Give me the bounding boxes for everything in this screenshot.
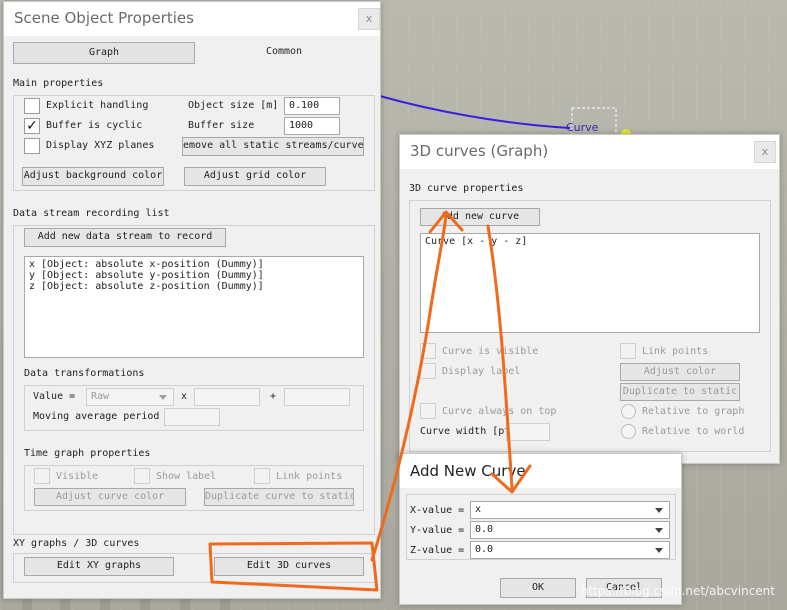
display-xyz-checkbox[interactable] <box>24 138 40 154</box>
offset-input[interactable] <box>284 388 350 406</box>
curve-width-label: Curve width [pt <box>420 426 511 437</box>
chevron-down-icon <box>655 528 663 533</box>
close-icon[interactable]: x <box>754 141 776 163</box>
list-item[interactable]: Curve [x - y - z] <box>425 236 755 247</box>
adjust-color-button[interactable]: Adjust color <box>620 363 740 381</box>
adjust-background-color-button[interactable]: Adjust background color <box>22 167 164 186</box>
list-item[interactable]: y [Object: absolute y-position (Dummy)] <box>29 270 359 281</box>
list-item[interactable]: x [Object: absolute x-position (Dummy)] <box>29 259 359 270</box>
relative-to-world-label: Relative to world <box>642 426 745 437</box>
tab-common[interactable]: Common <box>200 42 368 64</box>
remove-static-streams-button[interactable]: emove all static streams/curve <box>182 137 364 156</box>
check-icon: ✓ <box>26 118 38 134</box>
always-on-top-checkbox[interactable] <box>420 403 436 419</box>
link-points-checkbox[interactable] <box>620 343 636 359</box>
data-stream-list[interactable]: x [Object: absolute x-position (Dummy)] … <box>24 256 364 358</box>
visible-checkbox[interactable] <box>34 468 50 484</box>
z-value-label: Z-value = <box>410 545 465 556</box>
chevron-down-icon <box>159 395 167 400</box>
curve-visible-checkbox[interactable] <box>420 343 436 359</box>
buffer-size-input[interactable]: 1000 <box>284 117 340 135</box>
duplicate-curve-button[interactable]: Duplicate curve to static <box>204 488 354 506</box>
main-properties-heading: Main properties <box>13 78 104 89</box>
y-value-label: Y-value = <box>410 525 465 536</box>
explicit-handling-label: Explicit handling <box>46 100 149 111</box>
link-points-checkbox[interactable] <box>254 468 270 484</box>
plus-sign: + <box>270 391 277 402</box>
window-title: 3D curves (Graph) <box>410 142 549 160</box>
window-titlebar[interactable]: Add New Curve <box>400 454 681 488</box>
moving-average-input[interactable] <box>164 408 220 426</box>
moving-average-label: Moving average period <box>33 411 160 422</box>
scene-curve-label: Curve <box>566 121 599 134</box>
object-size-input[interactable]: 0.100 <box>284 97 340 115</box>
y-value-select[interactable]: 0.0 <box>470 521 670 539</box>
link-points-label: Link points <box>276 471 343 482</box>
display-label-label: Display label <box>442 366 521 377</box>
window-title: Scene Object Properties <box>14 9 194 27</box>
add-new-curve-dialog: Add New Curve X-value = x Y-value = 0.0 … <box>399 453 682 605</box>
duplicate-to-static-button[interactable]: Duplicate to static <box>620 383 740 401</box>
adjust-grid-color-button[interactable]: Adjust grid color <box>184 167 326 186</box>
z-value-select[interactable]: 0.0 <box>470 541 670 559</box>
window-titlebar[interactable]: Scene Object Properties x <box>4 2 380 36</box>
value-label: Value = <box>33 391 76 402</box>
3d-curve-list[interactable]: Curve [x - y - z] <box>420 233 760 333</box>
data-transformations-heading: Data transformations <box>24 368 145 379</box>
object-size-label: Object size [m] <box>188 100 279 111</box>
window-titlebar[interactable]: 3D curves (Graph) x <box>400 135 779 169</box>
add-data-stream-button[interactable]: Add new data stream to record <box>24 228 226 247</box>
relative-to-graph-label: Relative to graph <box>642 406 745 417</box>
explicit-handling-checkbox[interactable] <box>24 98 40 114</box>
buffer-cyclic-label: Buffer is cyclic <box>46 120 143 131</box>
3d-curves-window: 3D curves (Graph) x 3D curve properties … <box>399 134 780 464</box>
curve-visible-label: Curve is visible <box>442 346 539 357</box>
dialog-title: Add New Curve <box>410 462 526 480</box>
display-label-checkbox[interactable] <box>420 363 436 379</box>
time-graph-heading: Time graph properties <box>24 448 151 459</box>
link-points-label: Link points <box>642 346 709 357</box>
xy-graphs-heading: XY graphs / 3D curves <box>13 538 140 549</box>
list-item[interactable]: z [Object: absolute z-position (Dummy)] <box>29 281 359 292</box>
show-label-label: Show label <box>156 471 217 482</box>
multiply-sign: x <box>181 391 188 402</box>
curve-width-input[interactable] <box>506 423 550 441</box>
always-on-top-label: Curve always on top <box>442 406 557 417</box>
ok-button[interactable]: OK <box>500 578 576 598</box>
scene-object-properties-window: Scene Object Properties x Graph Common M… <box>3 1 381 599</box>
relative-to-graph-radio[interactable] <box>621 404 636 419</box>
adjust-curve-color-button[interactable]: Adjust curve color <box>34 488 186 506</box>
multiplier-input[interactable] <box>194 388 260 406</box>
display-xyz-label: Display XYZ planes <box>46 140 155 151</box>
chevron-down-icon <box>655 508 663 513</box>
edit-xy-graphs-button[interactable]: Edit XY graphs <box>24 557 174 576</box>
show-label-checkbox[interactable] <box>134 468 150 484</box>
buffer-cyclic-checkbox[interactable]: ✓ <box>24 118 40 134</box>
watermark: https://blog.csdn.net/abcvincent <box>580 584 775 598</box>
visible-label: Visible <box>56 471 99 482</box>
recording-list-heading: Data stream recording list <box>13 208 170 219</box>
chevron-down-icon <box>655 548 663 553</box>
value-select[interactable]: Raw <box>86 388 174 406</box>
relative-to-world-radio[interactable] <box>621 424 636 439</box>
tab-graph[interactable]: Graph <box>13 42 195 64</box>
x-value-select[interactable]: x <box>470 501 670 519</box>
3d-curve-properties-heading: 3D curve properties <box>409 183 524 194</box>
x-value-label: X-value = <box>410 505 465 516</box>
close-icon[interactable]: x <box>358 8 380 30</box>
edit-3d-curves-button[interactable]: Edit 3D curves <box>214 557 364 576</box>
add-new-curve-button[interactable]: Add new curve <box>420 208 540 226</box>
buffer-size-label: Buffer size <box>188 120 255 131</box>
